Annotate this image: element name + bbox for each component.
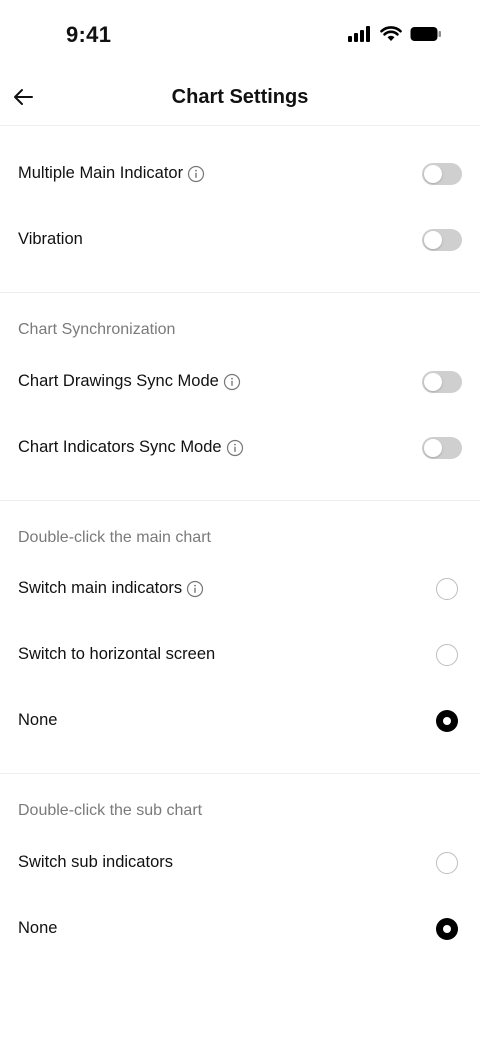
sub-option-none-label-wrap: None	[18, 919, 57, 938]
multiple-main-indicator-label-wrap: Multiple Main Indicator	[18, 164, 205, 183]
sub-option-switch-indicators-radio[interactable]	[436, 852, 458, 874]
main-chart-section-title: Double-click the main chart	[18, 529, 211, 546]
sub-option-none-row[interactable]: None	[0, 907, 480, 951]
section-divider	[0, 500, 480, 501]
sub-option-switch-indicators-label: Switch sub indicators	[18, 853, 173, 871]
chart-indicators-sync-label: Chart Indicators Sync Mode	[18, 438, 222, 456]
main-option-horizontal-screen-radio[interactable]	[436, 644, 458, 666]
chart-drawings-sync-toggle[interactable]	[422, 371, 462, 393]
info-icon[interactable]	[226, 439, 244, 457]
cellular-signal-icon	[348, 26, 372, 47]
chart-sync-section-title: Chart Synchronization	[18, 321, 176, 338]
toggle-knob	[424, 373, 442, 391]
vibration-toggle[interactable]	[422, 229, 462, 251]
main-option-switch-indicators-label-wrap: Switch main indicators	[18, 579, 204, 598]
status-icons	[348, 26, 442, 47]
toggle-knob	[424, 231, 442, 249]
main-option-none-row[interactable]: None	[0, 699, 480, 743]
toggle-knob	[424, 439, 442, 457]
chart-drawings-sync-label: Chart Drawings Sync Mode	[18, 372, 219, 390]
multiple-main-indicator-toggle[interactable]	[422, 163, 462, 185]
sub-option-switch-indicators-row[interactable]: Switch sub indicators	[0, 841, 480, 885]
main-option-horizontal-screen-row[interactable]: Switch to horizontal screen	[0, 633, 480, 677]
header: Chart Settings	[0, 72, 480, 126]
toggle-knob	[424, 165, 442, 183]
chart-indicators-sync-row: Chart Indicators Sync Mode	[0, 426, 480, 470]
chart-indicators-sync-toggle[interactable]	[422, 437, 462, 459]
page-title: Chart Settings	[171, 86, 309, 108]
vibration-label: Vibration	[18, 230, 83, 248]
radio-dot	[443, 717, 451, 725]
status-bar: 9:41	[0, 0, 480, 72]
chart-drawings-sync-label-wrap: Chart Drawings Sync Mode	[18, 372, 241, 391]
radio-dot	[443, 925, 451, 933]
section-divider	[0, 773, 480, 774]
info-icon[interactable]	[187, 165, 205, 183]
main-option-none-label-wrap: None	[18, 711, 57, 730]
vibration-row: Vibration	[0, 218, 480, 262]
sub-option-switch-indicators-label-wrap: Switch sub indicators	[18, 853, 173, 872]
info-icon[interactable]	[223, 373, 241, 391]
main-option-none-label: None	[18, 711, 58, 729]
sub-option-none-radio[interactable]	[436, 918, 458, 940]
main-option-horizontal-screen-label-wrap: Switch to horizontal screen	[18, 645, 215, 664]
main-option-switch-indicators-radio[interactable]	[436, 578, 458, 600]
main-option-horizontal-screen-label: Switch to horizontal screen	[18, 645, 216, 663]
status-time: 9:41	[66, 22, 112, 47]
wifi-icon	[380, 26, 402, 47]
main-option-switch-indicators-row[interactable]: Switch main indicators	[0, 567, 480, 611]
main-option-none-radio[interactable]	[436, 710, 458, 732]
chart-indicators-sync-label-wrap: Chart Indicators Sync Mode	[18, 438, 244, 457]
sub-chart-section-title: Double-click the sub chart	[18, 802, 203, 819]
chart-drawings-sync-row: Chart Drawings Sync Mode	[0, 360, 480, 404]
info-icon[interactable]	[186, 580, 204, 598]
sub-option-none-label: None	[18, 919, 58, 937]
main-option-switch-indicators-label: Switch main indicators	[18, 579, 183, 597]
multiple-main-indicator-row: Multiple Main Indicator	[0, 152, 480, 196]
battery-icon	[410, 26, 442, 47]
multiple-main-indicator-label: Multiple Main Indicator	[18, 164, 184, 182]
section-divider	[0, 292, 480, 293]
vibration-label-wrap: Vibration	[18, 230, 83, 249]
